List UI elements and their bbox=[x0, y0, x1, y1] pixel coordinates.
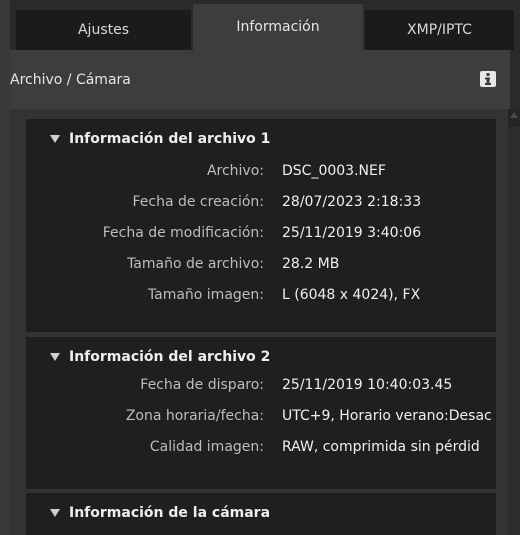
info-icon[interactable] bbox=[480, 70, 496, 88]
info-row: Tamaño de archivo: 28.2 MB bbox=[26, 256, 496, 276]
file-info-1-section: Información del archivo 1 Archivo: DSC_0… bbox=[26, 119, 496, 332]
caret-down-icon bbox=[50, 509, 60, 517]
caret-down-icon bbox=[50, 135, 60, 143]
info-value: 28.2 MB bbox=[282, 256, 340, 272]
file-info-2-section: Información del archivo 2 Fecha de dispa… bbox=[26, 337, 496, 489]
info-value: RAW, comprimida sin pérdid bbox=[282, 439, 480, 455]
info-label: Tamaño imagen: bbox=[147, 287, 264, 303]
caret-down-icon bbox=[50, 353, 60, 361]
file-info-1-header[interactable]: Información del archivo 1 bbox=[50, 131, 270, 147]
info-label: Calidad imagen: bbox=[149, 439, 264, 455]
info-row: Tamaño imagen: L (6048 x 4024), FX bbox=[26, 287, 496, 307]
info-value: DSC_0003.NEF bbox=[282, 163, 386, 179]
info-row: Calidad imagen: RAW, comprimida sin pérd… bbox=[26, 439, 496, 459]
info-label: Archivo: bbox=[206, 163, 264, 179]
tab-bar: Ajustes Información XMP/IPTC bbox=[10, 0, 514, 50]
scroll-track[interactable] bbox=[508, 127, 520, 535]
info-row: Fecha de modificación: 25/11/2019 3:40:0… bbox=[26, 225, 496, 245]
vertical-scrollbar[interactable] bbox=[508, 109, 520, 535]
info-label: Fecha de modificación: bbox=[102, 225, 264, 241]
info-row: Archivo: DSC_0003.NEF bbox=[26, 163, 496, 183]
tab-ajustes[interactable]: Ajustes bbox=[16, 10, 191, 50]
info-row: Fecha de disparo: 25/11/2019 10:40:03.45 bbox=[26, 377, 496, 397]
info-value: UTC+9, Horario verano:Desac bbox=[282, 408, 492, 424]
info-label: Fecha de disparo: bbox=[140, 377, 264, 393]
tab-informacion[interactable]: Información bbox=[193, 4, 363, 50]
section-header: Archivo / Cámara bbox=[10, 50, 510, 109]
info-label: Tamaño de archivo: bbox=[127, 256, 264, 272]
left-edge bbox=[0, 0, 10, 535]
section-title: Información del archivo 1 bbox=[69, 131, 271, 147]
info-value: 25/11/2019 3:40:06 bbox=[282, 225, 422, 241]
info-label: Fecha de creación: bbox=[132, 194, 264, 210]
section-title: Información de la cámara bbox=[69, 505, 271, 521]
info-scroll-area[interactable]: Información del archivo 1 Archivo: DSC_0… bbox=[10, 109, 510, 535]
scroll-up-icon[interactable] bbox=[510, 112, 518, 118]
section-title: Información del archivo 2 bbox=[69, 349, 271, 365]
header-title: Archivo / Cámara bbox=[10, 71, 131, 88]
file-info-2-header[interactable]: Información del archivo 2 bbox=[50, 349, 270, 365]
camera-info-header[interactable]: Información de la cámara bbox=[50, 505, 270, 521]
info-value: 28/07/2023 2:18:33 bbox=[282, 194, 422, 210]
camera-info-section: Información de la cámara bbox=[26, 493, 496, 535]
info-row: Fecha de creación: 28/07/2023 2:18:33 bbox=[26, 194, 496, 214]
info-value: 25/11/2019 10:40:03.45 bbox=[282, 377, 453, 393]
info-value: L (6048 x 4024), FX bbox=[282, 287, 421, 303]
info-label: Zona horaria/fecha: bbox=[125, 408, 264, 424]
info-row: Zona horaria/fecha: UTC+9, Horario veran… bbox=[26, 408, 496, 428]
tab-xmp-iptc[interactable]: XMP/IPTC bbox=[365, 10, 514, 50]
